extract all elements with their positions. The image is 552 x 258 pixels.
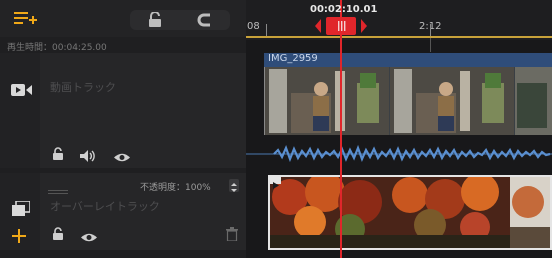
lock-open-icon[interactable] xyxy=(148,11,162,28)
opacity-label: 不透明度：100% xyxy=(140,183,211,193)
overlay-track-lock-icon[interactable] xyxy=(52,226,64,240)
trash-icon[interactable] xyxy=(226,226,238,242)
current-time-readout: 00:02:10.01 xyxy=(310,4,378,15)
video-clip-name: IMG_2959 xyxy=(268,53,318,64)
video-track-icon-column xyxy=(0,53,40,168)
video-track-placeholder: 動画トラック xyxy=(50,81,116,94)
overlay-track-placeholder: オーバーレイトラック xyxy=(50,200,160,213)
playhead-line[interactable] xyxy=(340,0,342,258)
overlay-thumb-1 xyxy=(270,177,390,248)
overlay-clip[interactable] xyxy=(268,175,552,250)
plus-icon[interactable] xyxy=(12,228,26,243)
add-list-icon[interactable] xyxy=(14,10,38,28)
ruler-tick xyxy=(430,24,431,36)
magnet-icon[interactable] xyxy=(196,12,212,28)
playhead-handle[interactable] xyxy=(315,16,367,36)
ruler-tick xyxy=(266,24,267,36)
audio-waveform-row[interactable] xyxy=(246,140,552,168)
video-thumb-3 xyxy=(515,67,552,135)
drag-handle[interactable] xyxy=(48,180,68,194)
overlay-thumb-2 xyxy=(390,177,510,248)
ruler-label-left: 08 xyxy=(247,21,260,32)
snap-lock-toggle-group xyxy=(130,10,230,30)
video-camera-icon xyxy=(11,82,33,98)
playback-duration-label: 再生時間：00:04:25.00 xyxy=(7,43,107,53)
opacity-stepper[interactable] xyxy=(229,179,239,192)
overlay-icon xyxy=(12,200,31,217)
overlay-eye-icon[interactable] xyxy=(80,228,98,242)
ruler-baseline xyxy=(246,36,552,38)
eye-icon[interactable] xyxy=(113,148,131,162)
time-ruler[interactable] xyxy=(246,0,552,40)
audio-waveform xyxy=(246,144,552,163)
video-track-lock-icon[interactable] xyxy=(52,146,64,160)
play-icon xyxy=(270,175,281,189)
overlay-thumb-3 xyxy=(510,177,550,248)
video-thumb-1 xyxy=(265,67,389,135)
speaker-icon[interactable] xyxy=(80,147,96,162)
ruler-tick xyxy=(430,38,431,52)
video-thumb-2 xyxy=(390,67,514,135)
